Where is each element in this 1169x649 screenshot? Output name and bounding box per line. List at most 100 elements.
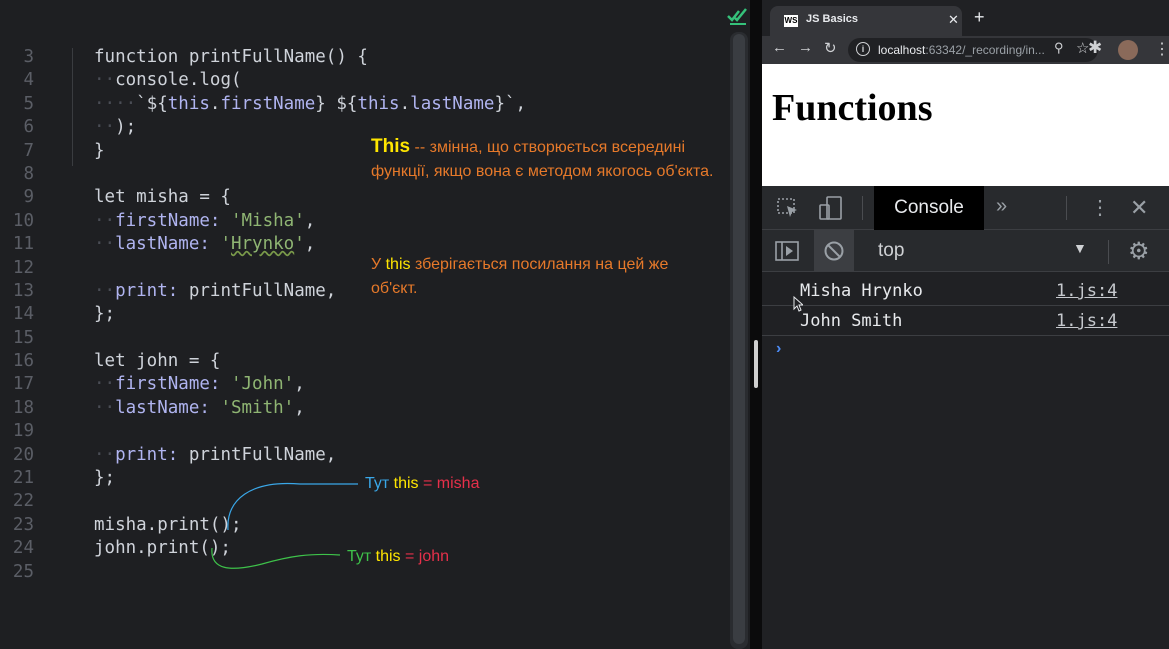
- tab-console[interactable]: Console: [874, 186, 984, 230]
- line-number: 20: [12, 444, 34, 465]
- code-text: misha.print();: [94, 514, 242, 535]
- devtools-tabbar: Console » ⋮ ✕: [762, 186, 1169, 230]
- browser-window: WS JS Basics ✕ + ← → ↻ i localhost:63342…: [762, 0, 1169, 649]
- split-divider[interactable]: [750, 0, 762, 649]
- code-text: ····`${this.firstName} ${this.lastName}`…: [94, 93, 527, 114]
- line-number: 19: [12, 421, 34, 442]
- code-text: ··firstName: 'John',: [94, 374, 305, 395]
- console-log-row: John Smith 1.js:4: [762, 306, 1169, 336]
- inspect-element-icon[interactable]: [776, 197, 800, 219]
- settings-gear-icon[interactable]: ⚙: [1128, 237, 1150, 266]
- note-definition-text: -- змінна, що створюється всередині функ…: [371, 139, 714, 180]
- line-number: 15: [12, 327, 34, 348]
- new-tab-icon[interactable]: +: [974, 8, 985, 26]
- console-toolbar: top ▼ ⚙: [762, 230, 1169, 272]
- line-number: 12: [12, 257, 34, 278]
- indent-guide: [72, 48, 73, 166]
- address-bar[interactable]: i localhost:63342/_recording/in... ⚲ ☆: [848, 38, 1098, 62]
- code-text: let misha = {: [94, 187, 231, 208]
- line-number: 3: [23, 47, 34, 67]
- arrow-john: [211, 547, 341, 569]
- double-check-icon: [727, 8, 747, 25]
- console-prompt-icon[interactable]: ›: [776, 340, 781, 358]
- code-text: function printFullName() {: [94, 47, 368, 67]
- clear-console-icon: [824, 241, 844, 261]
- separator: [1066, 196, 1067, 220]
- reload-icon[interactable]: ↻: [824, 39, 837, 57]
- profile-avatar[interactable]: [1118, 40, 1138, 60]
- context-select[interactable]: top: [878, 240, 904, 262]
- log-source-link[interactable]: 1.js:4: [1056, 311, 1117, 331]
- log-message: Misha Hrynko: [800, 281, 923, 301]
- line-number: 5: [23, 93, 34, 114]
- line-number: 11: [12, 234, 34, 255]
- close-devtools-icon[interactable]: ✕: [1130, 195, 1148, 221]
- code-text: };: [94, 304, 116, 325]
- webstorm-favicon-icon: WS: [784, 15, 798, 27]
- line-number: 23: [12, 514, 34, 535]
- extensions-icon[interactable]: ✱: [1088, 38, 1102, 58]
- arrow-misha: [227, 482, 358, 531]
- line-number: 24: [12, 538, 34, 559]
- line-number: 10: [12, 210, 34, 231]
- separator: [1108, 240, 1109, 264]
- note-this-reference: У this зберігається посилання на цей же …: [371, 256, 669, 297]
- line-number: 18: [12, 397, 34, 418]
- divider-handle[interactable]: [754, 340, 758, 388]
- sidebar-toggle-icon[interactable]: [774, 240, 800, 262]
- editor-header: [0, 0, 750, 32]
- code-text: ··);: [94, 117, 137, 138]
- url-text[interactable]: localhost:63342/_recording/in...: [878, 43, 1045, 57]
- forward-icon[interactable]: →: [798, 39, 813, 56]
- tab-bar: WS JS Basics ✕ +: [762, 0, 1169, 36]
- console-log-row: Misha Hrynko 1.js:4: [762, 276, 1169, 306]
- zoom-icon[interactable]: ⚲: [1054, 40, 1064, 56]
- info-icon[interactable]: i: [856, 42, 870, 56]
- note-this-keyword: This: [371, 136, 411, 157]
- clear-console-button[interactable]: [814, 230, 854, 272]
- line-number: 6: [23, 117, 34, 138]
- label-this-misha: Тут this = misha: [365, 475, 480, 492]
- browser-toolbar: ← → ↻ i localhost:63342/_recording/in...…: [762, 36, 1169, 64]
- line-number: 16: [12, 351, 34, 372]
- mouse-cursor-icon: [793, 296, 803, 312]
- browser-tab[interactable]: WS JS Basics ✕: [770, 6, 962, 36]
- code-text: ··print: printFullName,: [94, 280, 337, 301]
- line-number: 4: [23, 70, 34, 91]
- line-number: 7: [23, 140, 34, 161]
- page-content: Functions: [762, 64, 1169, 186]
- code-text: }: [94, 140, 105, 161]
- code-editor[interactable]: 3 function printFullName() { 4 ··console.l…: [0, 0, 750, 649]
- close-icon[interactable]: ✕: [948, 12, 959, 28]
- note-this-definition: This -- змінна, що створюється всередині…: [371, 135, 716, 184]
- code-text: john.print();: [94, 538, 231, 559]
- line-number: 17: [12, 374, 34, 395]
- line-number: 22: [12, 491, 34, 512]
- code-text: ··print: printFullName,: [94, 444, 337, 465]
- line-number: 8: [23, 163, 34, 184]
- log-message: John Smith: [800, 311, 903, 331]
- tab-title: JS Basics: [806, 13, 858, 25]
- label-this-john: Тут this = john: [347, 548, 450, 565]
- line-number: 25: [12, 561, 34, 582]
- back-icon[interactable]: ←: [772, 39, 787, 56]
- dropdown-caret-icon[interactable]: ▼: [1073, 240, 1087, 256]
- devtools-menu-icon[interactable]: ⋮: [1090, 195, 1110, 220]
- line-number: 14: [12, 304, 34, 325]
- log-source-link[interactable]: 1.js:4: [1056, 281, 1117, 301]
- code-text: ··lastName: 'Smith',: [94, 397, 305, 418]
- line-number: 13: [12, 280, 34, 301]
- code-text: };: [94, 468, 116, 489]
- code-text: ··lastName: 'Hrynko',: [94, 234, 316, 255]
- editor-scroll-thumb[interactable]: [733, 34, 745, 644]
- page-heading: Functions: [772, 87, 933, 129]
- separator: [862, 196, 863, 220]
- code-text: ··firstName: 'Misha',: [94, 210, 316, 231]
- line-number: 21: [12, 468, 34, 489]
- console-output[interactable]: Misha Hrynko 1.js:4 John Smith 1.js:4 ›: [762, 272, 1169, 649]
- device-toolbar-icon[interactable]: [818, 195, 844, 221]
- more-tabs-icon[interactable]: »: [996, 195, 1007, 218]
- code-text: ··console.log(: [94, 70, 242, 91]
- line-number: 9: [23, 187, 34, 208]
- menu-kebab-icon[interactable]: ⋮: [1154, 39, 1169, 59]
